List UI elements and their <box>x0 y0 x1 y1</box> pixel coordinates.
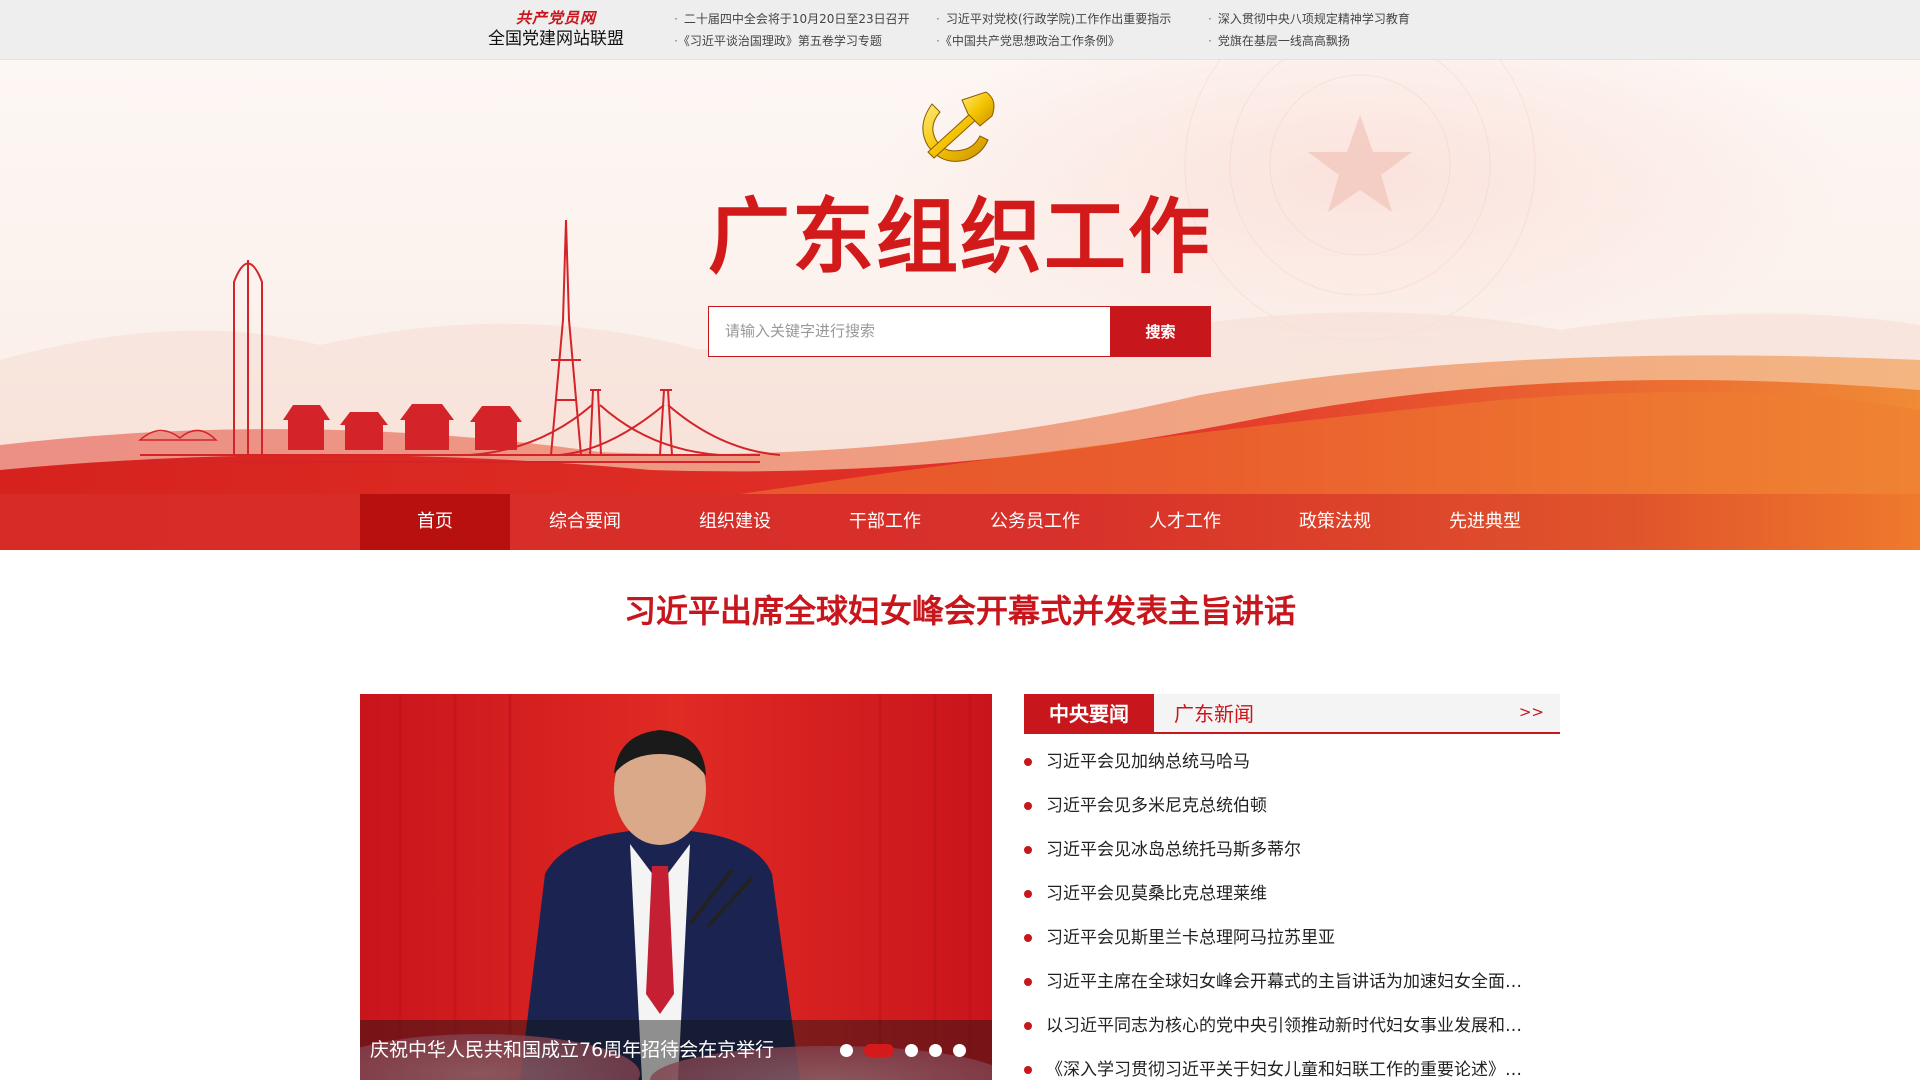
carousel-dot[interactable] <box>929 1043 942 1057</box>
party-emblem-icon <box>922 91 995 162</box>
search-input[interactable] <box>708 306 1110 357</box>
header-banner: 广东组织工作 搜索 <box>0 60 1920 550</box>
headline-link[interactable]: 习近平出席全球妇女峰会开幕式并发表主旨讲话 <box>360 586 1560 636</box>
main-nav-items: 首页 综合要闻 组织建设 干部工作 公务员工作 人才工作 政策法规 先进典型 <box>360 494 1560 550</box>
news-item[interactable]: 习近平会见斯里兰卡总理阿马拉苏里亚 <box>1024 916 1560 960</box>
nav-item-organization[interactable]: 组织建设 <box>660 494 810 550</box>
more-link[interactable]: >> <box>1519 694 1544 734</box>
carousel-caption[interactable]: 庆祝中华人民共和国成立76周年招待会在京举行 <box>370 1020 774 1080</box>
nav-item-cadre[interactable]: 干部工作 <box>810 494 960 550</box>
news-item[interactable]: 习近平会见冰岛总统托马斯多蒂尔 <box>1024 828 1560 872</box>
search-box: 搜索 <box>708 306 1211 357</box>
union-top-bar: 共产党员网 全国党建网站联盟 二十届四中全会将于10月20日至23日召开 习近平… <box>0 0 1920 60</box>
news-tabs: 中央要闻 广东新闻 >> <box>1024 694 1560 734</box>
nav-item-talent[interactable]: 人才工作 <box>1110 494 1260 550</box>
union-name: 全国党建网站联盟 <box>488 29 624 49</box>
news-list: 习近平会见加纳总统马哈马 习近平会见多米尼克总统伯顿 习近平会见冰岛总统托马斯多… <box>1024 740 1560 1080</box>
nav-item-civil-servant[interactable]: 公务员工作 <box>960 494 1110 550</box>
top-links: 二十届四中全会将于10月20日至23日召开 习近平对党校(行政学院)工作作出重要… <box>674 11 1434 50</box>
nav-item-policy[interactable]: 政策法规 <box>1260 494 1410 550</box>
top-link[interactable]: 《习近平谈治国理政》第五卷学习专题 <box>674 33 936 50</box>
news-item[interactable]: 习近平主席在全球妇女峰会开幕式的主旨讲话为加速妇女全面… <box>1024 960 1560 1004</box>
top-link[interactable]: 习近平对党校(行政学院)工作作出重要指示 <box>936 11 1208 28</box>
union-logo[interactable]: 共产党员网 全国党建网站联盟 <box>478 8 634 52</box>
nav-item-general-news[interactable]: 综合要闻 <box>510 494 660 550</box>
carousel-dots <box>840 1020 966 1080</box>
photo-carousel[interactable]: 庆祝中华人民共和国成立76周年招待会在京举行 <box>360 694 992 1080</box>
news-item[interactable]: 以习近平同志为核心的党中央引领推动新时代妇女事业发展和… <box>1024 1004 1560 1048</box>
carousel-dot[interactable] <box>905 1043 918 1057</box>
carousel-dot[interactable] <box>864 1043 894 1057</box>
top-link[interactable]: 二十届四中全会将于10月20日至23日召开 <box>674 11 936 28</box>
news-item[interactable]: 习近平会见莫桑比克总理莱维 <box>1024 872 1560 916</box>
site-title: 广东组织工作 <box>707 189 1212 285</box>
news-item[interactable]: 习近平会见多米尼克总统伯顿 <box>1024 784 1560 828</box>
top-link[interactable]: 深入贯彻中央八项规定精神学习教育 <box>1208 11 1434 28</box>
main-nav: 首页 综合要闻 组织建设 干部工作 公务员工作 人才工作 政策法规 先进典型 <box>0 494 1920 550</box>
news-item[interactable]: 《深入学习贯彻习近平关于妇女儿童和妇联工作的重要论述》… <box>1024 1048 1560 1080</box>
nav-item-models[interactable]: 先进典型 <box>1410 494 1560 550</box>
search-button[interactable]: 搜索 <box>1110 306 1211 357</box>
union-brand: 共产党员网 <box>515 9 596 27</box>
news-panel: 中央要闻 广东新闻 >> 习近平会见加纳总统马哈马 习近平会见多米尼克总统伯顿 … <box>1024 694 1560 1080</box>
top-link[interactable]: 党旗在基层一线高高飘扬 <box>1208 33 1434 50</box>
tab-central-news[interactable]: 中央要闻 <box>1024 694 1154 734</box>
carousel-caption-bar: 庆祝中华人民共和国成立76周年招待会在京举行 <box>360 1020 992 1080</box>
tab-guangdong-news[interactable]: 广东新闻 <box>1174 694 1254 734</box>
nav-item-home[interactable]: 首页 <box>360 494 510 550</box>
news-item[interactable]: 习近平会见加纳总统马哈马 <box>1024 740 1560 784</box>
carousel-dot[interactable] <box>953 1043 966 1057</box>
top-link[interactable]: 《中国共产党思想政治工作条例》 <box>936 33 1208 50</box>
carousel-dot[interactable] <box>840 1043 853 1057</box>
